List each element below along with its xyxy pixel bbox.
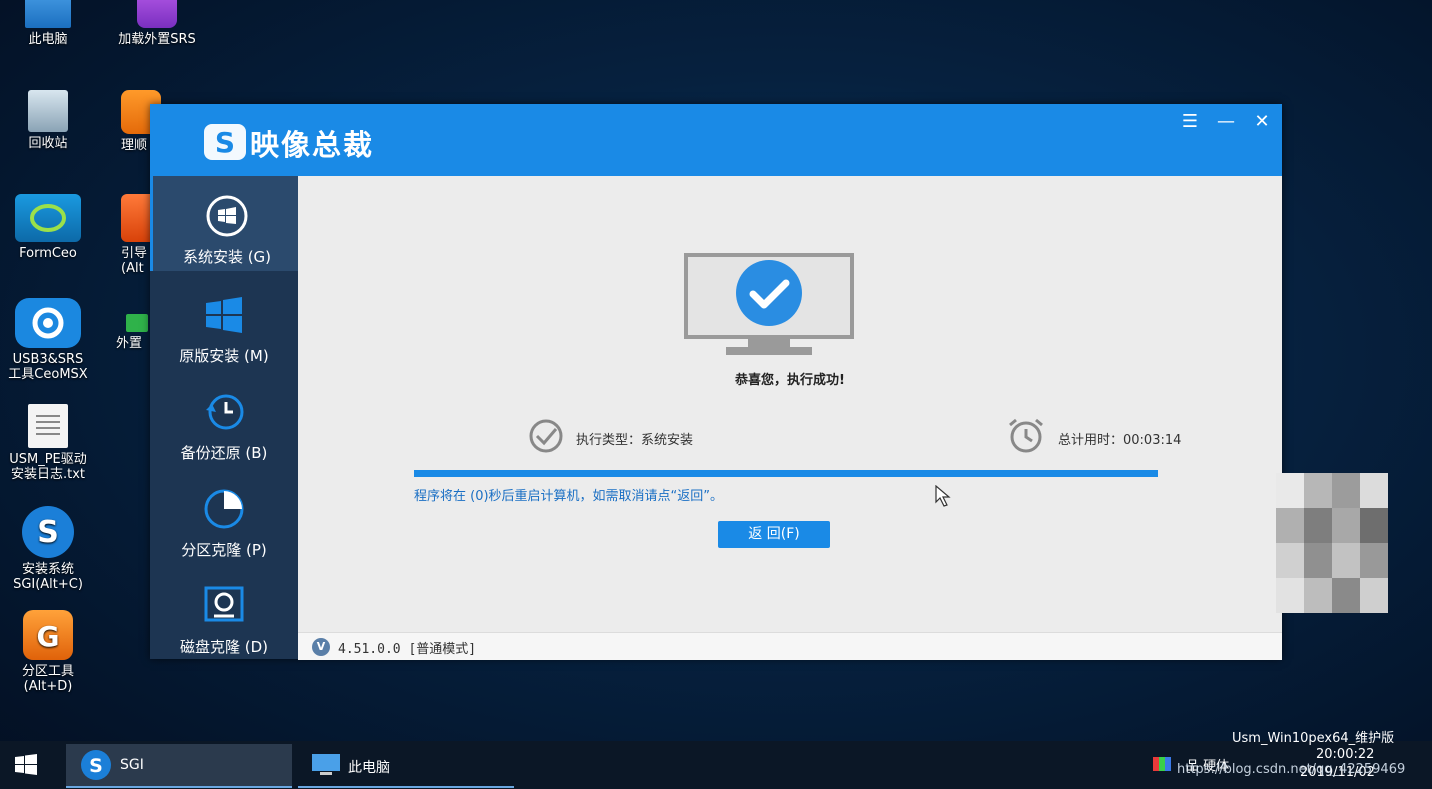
progress-bar (414, 470, 1158, 477)
tray-color-icon[interactable] (1153, 757, 1171, 771)
recycle-bin-icon (28, 90, 68, 132)
exec-type: 执行类型：系统安装 (576, 433, 694, 448)
desktop-icon-driver-log[interactable]: USM_PE驱动 安装日志.txt (0, 404, 96, 482)
windows-logo-icon (206, 297, 242, 333)
sidebar: 系统安装 (G) 原版安装 (M) 备份还原 (B) 分区克隆 (P) 磁盘克隆… (150, 176, 301, 659)
desktop-icon-usb3-srs[interactable]: USB3&SRS 工具CeoMSX (0, 298, 96, 382)
sidebar-item-original-install[interactable]: 原版安装 (M) (150, 273, 298, 368)
disk-clone-icon (204, 586, 244, 622)
close-button[interactable]: ✕ (1250, 112, 1274, 132)
taskbar-item-sgi[interactable]: S SGI (66, 744, 292, 788)
pixelated-redaction (1276, 473, 1388, 613)
monitor-success-icon (684, 253, 854, 355)
sidebar-item-system-install[interactable]: 系统安装 (G) (150, 176, 301, 271)
desktop-icon-label: 分区工具 (Alt+D) (21, 664, 74, 694)
formceo-icon (15, 194, 81, 242)
back-button[interactable]: 返 回(F) (718, 521, 830, 548)
progress-fill (414, 470, 1158, 477)
os-label: Usm_Win10pex64_维护版 (1232, 731, 1395, 746)
sgi-logo-icon: S (81, 750, 111, 780)
desktop-icon-install-sgi[interactable]: S 安装系统 SGI(Alt+C) (0, 506, 96, 592)
sidebar-item-label: 原版安装 (M) (179, 347, 269, 365)
alarm-clock-icon (1009, 418, 1043, 453)
title-bar: S 映像总裁 ☰ — ✕ (150, 104, 1282, 176)
partition-tool-icon: G (23, 610, 73, 660)
pie-chart-icon (204, 489, 244, 529)
app-title: 映像总裁 (250, 128, 375, 162)
taskbar-item-this-pc[interactable]: 此电脑 (298, 744, 514, 788)
taskbar-item-label: SGI (120, 757, 144, 773)
desktop-icon-recycle-bin[interactable]: 回收站 (0, 90, 96, 151)
watermark-text: https://blog.csdn.net/qq_42259469 (1177, 762, 1406, 777)
success-message: 恭喜您，执行成功! (735, 373, 845, 388)
desktop-icon-label: 此电脑 (28, 32, 68, 47)
app-window: S 映像总裁 ☰ — ✕ 系统安装 (G) 原版安装 (M) 备份还原 (B) … (150, 104, 1282, 660)
text-file-icon (28, 404, 68, 448)
sidebar-item-partition-clone[interactable]: 分区克隆 (P) (150, 467, 298, 562)
svg-text:S: S (215, 126, 235, 159)
clock-restore-icon (206, 394, 244, 430)
sgi-logo-icon: S (22, 506, 74, 558)
taskbar-item-label: 此电脑 (348, 760, 390, 776)
version-text: 4.51.0.0 [普通模式] (338, 642, 477, 657)
svg-text:S: S (37, 515, 59, 550)
sidebar-item-disk-clone[interactable]: 磁盘克隆 (D) (150, 564, 298, 659)
windows-circle-icon (206, 195, 248, 237)
windows-start-icon (15, 754, 37, 775)
app-logo-icon: S (204, 124, 246, 160)
boot-icon (121, 194, 151, 242)
sidebar-item-label: 系统安装 (G) (182, 248, 272, 266)
check-circle-icon (529, 419, 563, 453)
status-footer: V 4.51.0.0 [普通模式] (298, 632, 1282, 660)
tray-time: 20:00:22 (1316, 747, 1375, 762)
start-button[interactable] (0, 741, 52, 789)
sidebar-item-label: 磁盘克隆 (D) (179, 638, 269, 656)
svg-text:G: G (37, 620, 60, 653)
desktop-icon-partition-tool[interactable]: G 分区工具 (Alt+D) (0, 610, 96, 694)
desktop-icon-this-pc[interactable]: 此电脑 (0, 0, 96, 47)
sidebar-item-label: 分区克隆 (P) (181, 541, 267, 559)
gear-icon (15, 298, 81, 348)
menu-button[interactable]: ☰ (1178, 112, 1202, 132)
monitor-icon (312, 754, 340, 775)
desktop-icon-load-srs[interactable]: 加载外置SRS (109, 0, 205, 47)
desktop-icon-label: 回收站 (28, 136, 68, 151)
desktop-icon-label: USM_PE驱动 安装日志.txt (9, 452, 87, 482)
version-badge: V (312, 638, 330, 656)
minimize-button[interactable]: — (1214, 112, 1238, 132)
svg-text:S: S (89, 755, 103, 777)
desktop-icon-label: FormCeo (19, 246, 77, 261)
sidebar-item-backup-restore[interactable]: 备份还原 (B) (150, 370, 298, 465)
total-time: 总计用时：00:03:14 (1058, 433, 1182, 448)
desktop-icon-label: USB3&SRS 工具CeoMSX (8, 352, 88, 382)
monitor-icon (25, 0, 71, 28)
main-content: 恭喜您，执行成功! 执行类型：系统安装 总计用时：00:03:14 程序将在 (… (298, 176, 1282, 659)
srs-icon (137, 0, 177, 28)
desktop-icon-formceo[interactable]: FormCeo (0, 194, 96, 261)
sidebar-item-label: 备份还原 (B) (180, 444, 268, 462)
restart-notice: 程序将在 (0)秒后重启计算机，如需取消请点“返回”。 (414, 489, 724, 504)
external-app-icon (126, 314, 148, 332)
desktop-icon-label: 加载外置SRS (118, 32, 196, 47)
desktop-icon-label: 安装系统 SGI(Alt+C) (13, 562, 83, 592)
mouse-cursor-icon (935, 485, 951, 507)
